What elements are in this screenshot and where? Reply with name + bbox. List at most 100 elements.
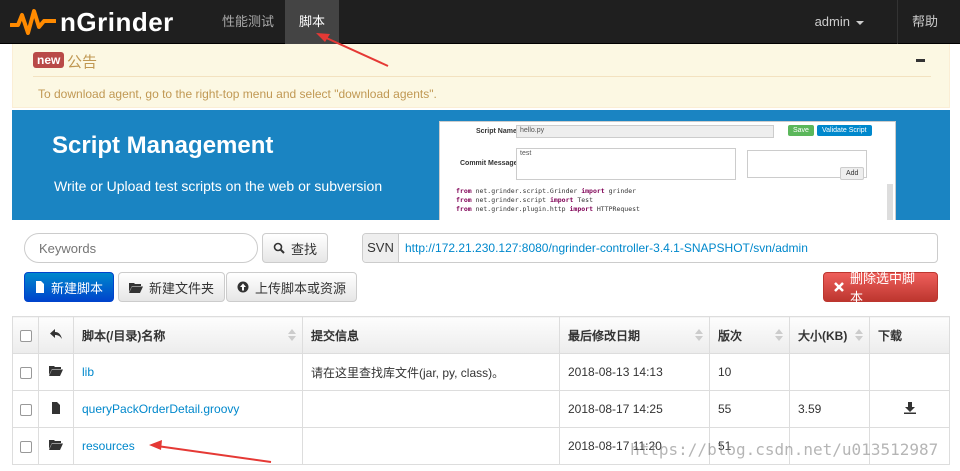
sort-icon [855,329,863,341]
user-name: admin [814,14,850,29]
banner-title: Script Management [52,132,274,159]
code-line: from net.grinder.plugin.http import HTTP… [456,205,640,213]
back-cell [38,316,74,354]
new-script-button[interactable]: 新建脚本 [24,272,115,302]
col-revision[interactable]: 版次 [709,316,790,354]
preview-save-button: Save [788,125,814,136]
row-select-cell [12,390,39,428]
upload-circle-icon [237,281,249,293]
folder-open-icon [49,365,63,379]
announcement-title: 公告 [67,54,98,71]
row-revision: 55 [709,390,790,428]
watermark: https://blog.csdn.net/u013512987 [630,440,939,459]
col-download: 下载 [869,316,950,354]
row-download-cell [869,353,950,391]
row-download-cell [869,390,950,428]
row-size [789,353,870,391]
upload-label: 上传脚本或资源 [255,280,347,296]
row-message [302,390,560,428]
preview-commit-label: Commit Message [460,160,518,167]
new-badge: new [33,52,65,68]
keywords-search-input[interactable] [24,233,258,263]
search-icon [273,242,285,254]
banner-subtitle: Write or Upload test scripts on the web … [54,178,383,194]
preview-code: from net.grinder.script.Grinder import g… [456,187,640,214]
file-link[interactable]: resources [82,439,135,453]
new-folder-label: 新建文件夹 [149,280,215,296]
row-name-cell: queryPackOrderDetail.groovy [73,390,303,428]
col-name[interactable]: 脚本(/目录)名称 [73,316,303,354]
select-all-cell [12,316,39,354]
code-line: from net.grinder.script import Test [456,196,593,204]
sort-icon [775,329,783,341]
row-type-cell [38,353,74,391]
folder-open-icon [129,282,143,293]
svn-url-field[interactable]: SVN http://172.21.230.127:8080/ngrinder-… [362,233,938,263]
col-size[interactable]: 大小(KB) [789,316,870,354]
code-line: from net.grinder.script.Grinder import g… [456,187,637,195]
nav-script[interactable]: 脚本 [285,0,339,44]
row-date: 2018-08-13 14:13 [559,353,710,391]
row-checkbox[interactable] [19,440,32,453]
row-date: 2018-08-17 14:25 [559,390,710,428]
row-message [302,427,560,465]
brand-name: nGrinder [60,6,174,37]
row-checkbox[interactable] [19,366,32,379]
top-navbar: nGrinder 性能测试 脚本 admin 帮助 [0,0,960,44]
col-date[interactable]: 最后修改日期 [559,316,710,354]
svn-url[interactable]: http://172.21.230.127:8080/ngrinder-cont… [399,234,937,262]
delete-selected-button[interactable]: 删除选中脚本 [823,271,938,305]
preview-script-name-field: hello.py [516,125,774,138]
upload-button[interactable]: 上传脚本或资源 [226,272,358,302]
preview-scrollbar [887,184,893,220]
table-row: queryPackOrderDetail.groovy 2018-08-17 1… [12,390,950,428]
row-message: 请在这里查找库文件(jar, py, class)。 [302,353,560,391]
remove-icon [834,282,844,292]
row-type-cell [38,427,74,465]
delete-selected-label: 删除选中脚本 [850,271,916,305]
svn-label: SVN [363,234,399,262]
search-button[interactable]: 查找 [262,233,329,263]
row-select-cell [12,353,39,391]
announcement-text: To download agent, go to the right-top m… [38,87,437,101]
nav-performance-test[interactable]: 性能测试 [210,0,286,44]
minimize-icon[interactable] [916,59,925,62]
row-name-cell: lib [73,353,303,391]
script-management-banner: Script Management Write or Upload test s… [12,110,950,220]
sort-icon [695,329,703,341]
row-select-cell [12,427,39,465]
preview-commit-field: test [516,148,736,180]
pulse-logo-icon [10,9,56,35]
row-checkbox[interactable] [19,403,32,416]
preview-script-name-label: Script Name [476,128,517,135]
preview-add-button: Add [840,167,865,180]
folder-open-icon [49,439,63,453]
divider [33,76,931,77]
select-all-checkbox[interactable] [19,329,32,342]
new-folder-button[interactable]: 新建文件夹 [118,272,226,302]
row-name-cell: resources [73,427,303,465]
row-type-cell [38,390,74,428]
file-icon [35,281,45,293]
table-header-row: 脚本(/目录)名称 提交信息 最后修改日期 版次 大小(KB) 下载 [12,316,950,354]
file-icon [51,401,61,417]
user-menu[interactable]: admin [815,0,864,44]
new-script-label: 新建脚本 [51,280,104,296]
table-row: lib 请在这里查找库文件(jar, py, class)。 2018-08-1… [12,353,950,391]
sort-icon [288,329,296,341]
ngrinder-logo[interactable]: nGrinder [10,6,174,38]
editor-preview-image: Script Name hello.py Save Validate Scrip… [439,121,896,220]
search-button-label: 查找 [291,241,318,257]
row-size: 3.59 [789,390,870,428]
preview-validate-button: Validate Script [817,125,872,136]
file-link[interactable]: queryPackOrderDetail.groovy [82,402,239,416]
download-icon[interactable] [903,401,916,417]
nav-divider [897,0,898,44]
file-link[interactable]: lib [82,365,94,379]
chevron-down-icon [856,20,864,25]
col-message: 提交信息 [302,316,560,354]
row-revision: 10 [709,353,790,391]
help-link[interactable]: 帮助 [912,0,938,44]
announcement-panel: new 公告 To download agent, go to the righ… [12,44,950,108]
reply-icon[interactable] [50,328,62,342]
